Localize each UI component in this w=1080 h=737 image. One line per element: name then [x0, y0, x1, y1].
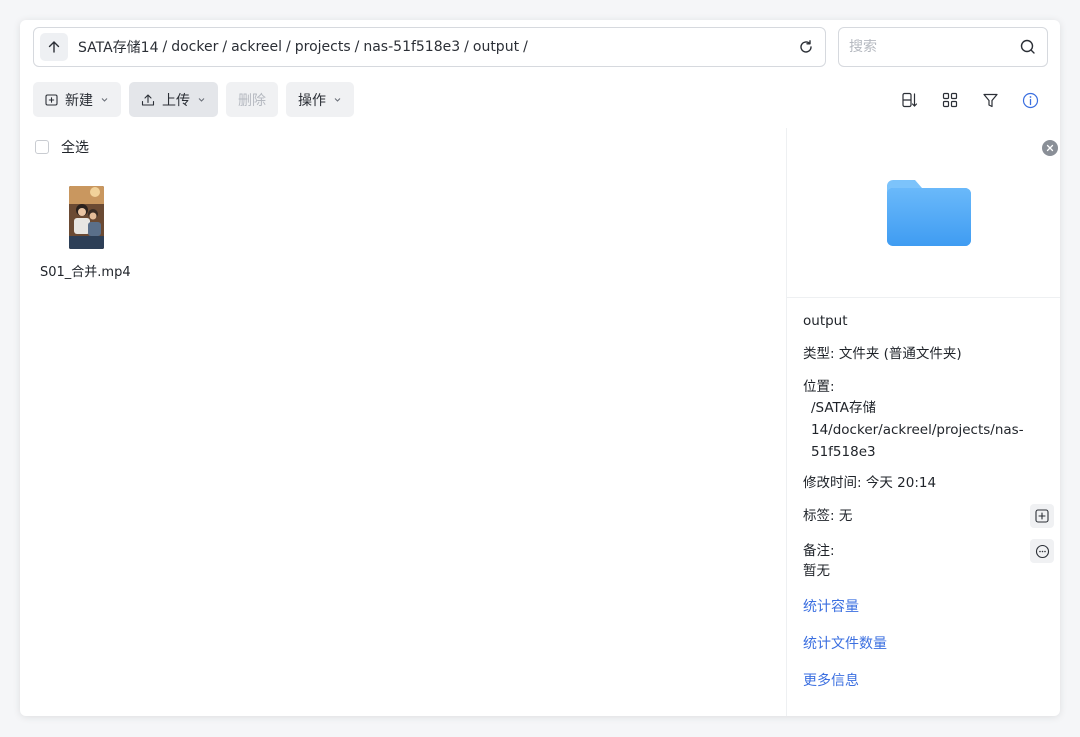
select-all[interactable]: 全选	[35, 137, 89, 157]
detail-type: 类型: 文件夹 (普通文件夹)	[803, 344, 1044, 364]
close-icon	[1046, 144, 1054, 152]
breadcrumb-separator: /	[464, 39, 469, 55]
select-all-checkbox[interactable]	[35, 140, 49, 154]
location-line: /SATA存储	[811, 400, 876, 416]
details-preview	[787, 128, 1060, 298]
chevron-down-icon	[197, 95, 206, 104]
view-controls	[900, 90, 1040, 110]
video-thumbnail	[69, 186, 104, 249]
breadcrumb-item[interactable]: output	[473, 39, 519, 55]
toolbar: 新建 上传 删除 操作	[33, 82, 354, 117]
breadcrumb-separator: /	[222, 39, 228, 55]
delete-button[interactable]: 删除	[226, 82, 278, 117]
breadcrumb-item[interactable]: nas-51f518e3	[363, 39, 460, 55]
detail-tags-label: 标签:	[803, 508, 835, 524]
detail-type-label: 类型:	[803, 346, 835, 362]
info-icon[interactable]	[1020, 90, 1040, 110]
close-panel-button[interactable]	[1042, 140, 1058, 156]
more-info-link[interactable]: 更多信息	[803, 671, 1044, 691]
detail-note-value: 暂无	[803, 563, 830, 579]
detail-mtime-label: 修改时间:	[803, 475, 862, 491]
search-input[interactable]	[849, 39, 1009, 55]
sort-icon[interactable]	[900, 90, 920, 110]
search-box	[838, 27, 1048, 67]
details-info: output 类型: 文件夹 (普通文件夹) 位置: /SATA存储 14/do…	[787, 298, 1060, 691]
breadcrumb-separator: /	[162, 39, 168, 55]
breadcrumb-item[interactable]: docker	[171, 39, 218, 55]
arrow-up-icon	[48, 41, 60, 53]
chevron-down-icon	[100, 95, 109, 104]
actions-button[interactable]: 操作	[286, 82, 354, 117]
detail-tags: 标签: 无	[803, 504, 1054, 528]
actions-button-label: 操作	[298, 92, 326, 109]
new-button-label: 新建	[65, 92, 93, 109]
address-bar[interactable]: SATA存储14 / docker / ackreel / projects /…	[33, 27, 826, 67]
detail-modified-time: 修改时间: 今天 20:14	[803, 473, 1044, 493]
new-file-icon	[45, 93, 58, 106]
detail-type-value: 文件夹 (普通文件夹)	[838, 346, 962, 362]
new-button[interactable]: 新建	[33, 82, 121, 117]
detail-location-value: /SATA存储 14/docker/ackreel/projects/nas- …	[803, 397, 1044, 463]
count-size-link[interactable]: 统计容量	[803, 597, 1044, 617]
detail-mtime-value: 今天 20:14	[865, 475, 937, 491]
breadcrumb-separator: /	[523, 39, 528, 55]
upload-icon	[141, 93, 155, 107]
grid-view-icon[interactable]	[940, 90, 960, 110]
go-up-button[interactable]	[40, 33, 68, 61]
detail-location-label: 位置:	[803, 379, 835, 395]
count-files-link[interactable]: 统计文件数量	[803, 634, 1044, 654]
details-panel: output 类型: 文件夹 (普通文件夹) 位置: /SATA存储 14/do…	[786, 128, 1060, 716]
chevron-down-icon	[333, 95, 342, 104]
file-manager-window: SATA存储14 / docker / ackreel / projects /…	[20, 20, 1060, 716]
detail-tags-value: 无	[838, 508, 853, 524]
breadcrumb-item[interactable]: projects	[295, 39, 351, 55]
add-tag-button[interactable]	[1030, 504, 1054, 528]
location-line: 51f518e3	[811, 444, 876, 460]
breadcrumb-separator: /	[354, 39, 360, 55]
delete-button-label: 删除	[238, 92, 266, 109]
select-all-label: 全选	[61, 140, 89, 156]
upload-button-label: 上传	[162, 92, 190, 109]
breadcrumb-separator: /	[286, 39, 291, 55]
breadcrumb: SATA存储14 / docker / ackreel / projects /…	[78, 37, 532, 57]
breadcrumb-item[interactable]: SATA存储14	[78, 37, 159, 57]
edit-note-button[interactable]	[1030, 539, 1054, 563]
search-icon[interactable]	[1019, 38, 1037, 60]
filter-icon[interactable]	[980, 90, 1000, 110]
file-name: S01_合并.mp4	[40, 265, 131, 280]
detail-note-label: 备注:	[803, 543, 835, 559]
location-line: 14/docker/ackreel/projects/nas-	[811, 422, 1024, 438]
breadcrumb-item[interactable]: ackreel	[231, 39, 282, 55]
detail-name: output	[803, 313, 848, 329]
refresh-icon	[800, 40, 812, 53]
detail-note: 备注: 暂无	[803, 539, 1054, 581]
folder-icon	[887, 178, 971, 252]
upload-button[interactable]: 上传	[129, 82, 218, 117]
plus-square-icon	[1035, 509, 1049, 523]
refresh-button[interactable]	[797, 38, 815, 56]
comment-icon	[1035, 544, 1049, 558]
